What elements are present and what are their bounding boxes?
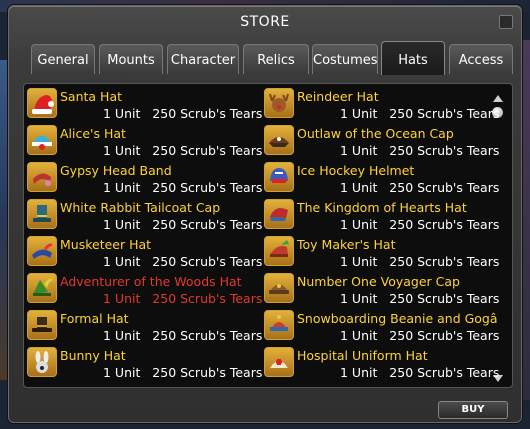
item-name: Ice Hockey Helmet xyxy=(297,163,415,178)
alice-hat-icon xyxy=(27,125,57,155)
store-item[interactable]: Adventurer of the Woods Hat 1 Unit 250 Sc… xyxy=(27,272,267,308)
head-band-icon xyxy=(27,162,57,192)
store-item[interactable]: The Kingdom of Hearts Hat 1 Unit 250 Scru… xyxy=(264,198,504,234)
item-price: 1 Unit 250 Scrub's Tears xyxy=(340,365,500,380)
item-price: 1 Unit 250 Scrub's Tears xyxy=(103,328,263,343)
store-item[interactable]: Snowboarding Beanie and Gogâ 1 Unit 250 S… xyxy=(264,309,504,345)
tab-character[interactable]: Character xyxy=(167,44,239,74)
item-name: Adventurer of the Woods Hat xyxy=(60,274,242,289)
store-item[interactable]: Toy Maker's Hat 1 Unit 250 Scrub's Tears xyxy=(264,235,504,271)
item-price: 1 Unit 250 Scrub's Tears xyxy=(340,143,500,158)
item-name: Number One Voyager Cap xyxy=(297,274,460,289)
tab-access[interactable]: Access xyxy=(449,44,513,74)
store-item[interactable]: Alice's Hat 1 Unit 250 Scrub's Tears xyxy=(27,124,267,160)
store-item[interactable]: Outlaw of the Ocean Cap 1 Unit 250 Scrub'… xyxy=(264,124,504,160)
formal-hat-icon xyxy=(27,310,57,340)
item-price: 1 Unit 250 Scrub's Tears xyxy=(103,143,263,158)
tab-hats[interactable]: Hats xyxy=(381,41,445,75)
hockey-helmet-icon xyxy=(264,162,294,192)
item-name: Toy Maker's Hat xyxy=(297,237,396,252)
item-price: 1 Unit 250 Scrub's Tears xyxy=(103,106,263,121)
store-item[interactable]: White Rabbit Tailcoat Cap 1 Unit 250 Scru… xyxy=(27,198,267,234)
store-item[interactable]: Gypsy Head Band 1 Unit 250 Scrub's Tears xyxy=(27,161,267,197)
tab-mounts[interactable]: Mounts xyxy=(99,44,163,74)
tab-costumes[interactable]: Costumes xyxy=(312,44,378,74)
item-name: Gypsy Head Band xyxy=(60,163,172,178)
reindeer-hat-icon xyxy=(264,88,294,118)
nurse-hat-icon xyxy=(264,347,294,377)
item-price: 1 Unit 250 Scrub's Tears xyxy=(103,217,263,232)
store-item[interactable]: Reindeer Hat 1 Unit 250 Scrub's Tears xyxy=(264,87,504,123)
store-item[interactable]: Formal Hat 1 Unit 250 Scrub's Tears xyxy=(27,309,267,345)
beanie-icon xyxy=(264,310,294,340)
store-item[interactable]: Ice Hockey Helmet 1 Unit 250 Scrub's Tear… xyxy=(264,161,504,197)
store-item[interactable]: Bunny Hat 1 Unit 250 Scrub's Tears xyxy=(27,346,267,382)
item-name: Reindeer Hat xyxy=(297,89,379,104)
item-price: 1 Unit 250 Scrub's Tears xyxy=(340,291,500,306)
item-price: 1 Unit 250 Scrub's Tears xyxy=(340,254,500,269)
store-item[interactable]: Santa Hat 1 Unit 250 Scrub's Tears xyxy=(27,87,267,123)
store-item[interactable]: Hospital Uniform Hat 1 Unit 250 Scrub's T… xyxy=(264,346,504,382)
close-button[interactable] xyxy=(499,15,513,29)
top-hat-icon xyxy=(27,199,57,229)
toy-maker-hat-icon xyxy=(264,236,294,266)
tab-general[interactable]: General xyxy=(31,44,95,74)
window-title: STORE xyxy=(240,14,290,30)
background-scene-right xyxy=(522,40,530,400)
item-name: Snowboarding Beanie and Gogâ xyxy=(297,311,498,326)
bunny-hat-icon xyxy=(27,347,57,377)
santa-hat-icon xyxy=(27,88,57,118)
item-name: The Kingdom of Hearts Hat xyxy=(297,200,467,215)
item-name: Hospital Uniform Hat xyxy=(297,348,428,363)
item-name: Alice's Hat xyxy=(60,126,126,141)
store-item[interactable]: Musketeer Hat 1 Unit 250 Scrub's Tears xyxy=(27,235,267,271)
item-name: Santa Hat xyxy=(60,89,123,104)
item-name: White Rabbit Tailcoat Cap xyxy=(60,200,221,215)
store-item[interactable]: Number One Voyager Cap 1 Unit 250 Scrub's… xyxy=(264,272,504,308)
item-name: Musketeer Hat xyxy=(60,237,152,252)
item-name: Outlaw of the Ocean Cap xyxy=(297,126,454,141)
voyager-cap-icon xyxy=(264,273,294,303)
item-price: 1 Unit 250 Scrub's Tears xyxy=(103,291,263,306)
buy-button[interactable]: BUY xyxy=(438,401,508,419)
item-price: 1 Unit 250 Scrub's Tears xyxy=(340,217,500,232)
item-price: 1 Unit 250 Scrub's Tears xyxy=(103,254,263,269)
hearts-hat-icon xyxy=(264,199,294,229)
item-price: 1 Unit 250 Scrub's Tears xyxy=(103,365,263,380)
tab-relics[interactable]: Relics xyxy=(243,44,309,74)
item-price: 1 Unit 250 Scrub's Tears xyxy=(340,106,500,121)
woods-hat-icon xyxy=(27,273,57,303)
item-price: 1 Unit 250 Scrub's Tears xyxy=(103,180,263,195)
item-price: 1 Unit 250 Scrub's Tears xyxy=(340,328,500,343)
item-price: 1 Unit 250 Scrub's Tears xyxy=(340,180,500,195)
item-name: Formal Hat xyxy=(60,311,129,326)
musketeer-hat-icon xyxy=(27,236,57,266)
outlaw-cap-icon xyxy=(264,125,294,155)
item-name: Bunny Hat xyxy=(60,348,126,363)
